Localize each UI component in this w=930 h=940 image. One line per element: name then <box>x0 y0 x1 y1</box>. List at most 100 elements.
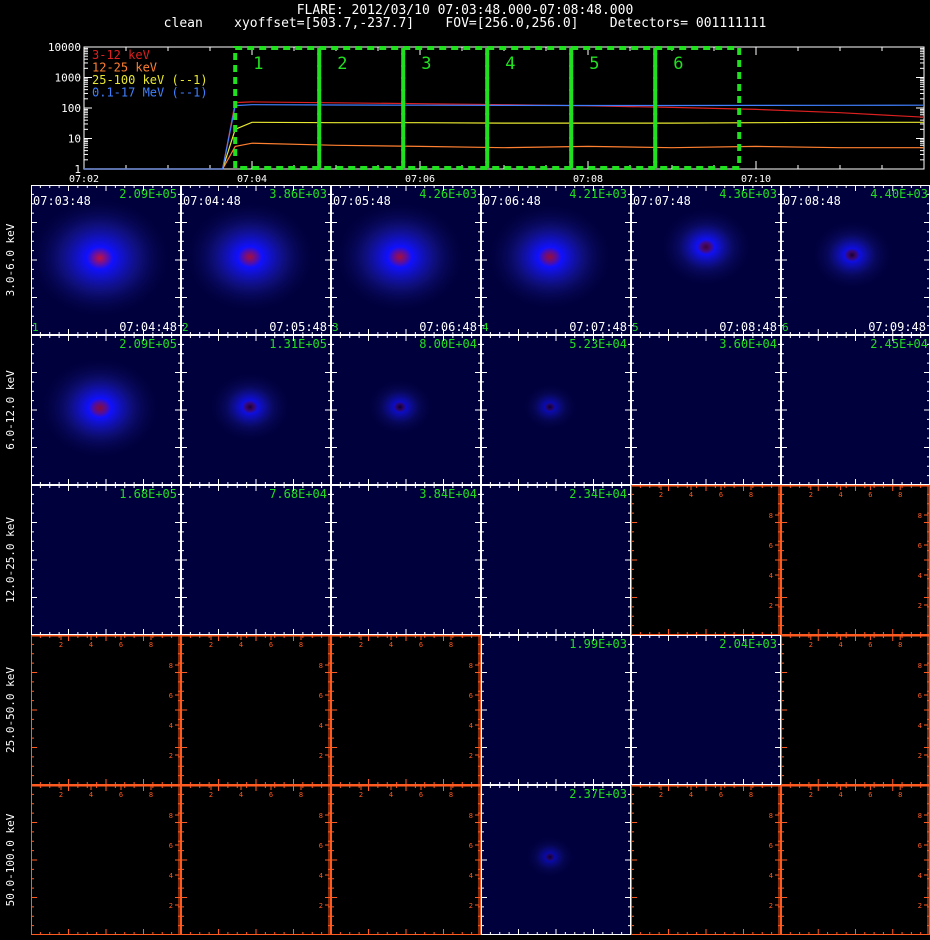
source-blob <box>365 377 435 437</box>
empty-axis-tick-label: 2 <box>469 752 473 760</box>
source-blob <box>485 201 615 313</box>
frame-number-label: 5 <box>632 321 639 334</box>
image-cell: 4.36E+03 07:07:48 07:08:48 5 <box>631 185 781 335</box>
empty-axis-tick-label: 6 <box>269 791 273 799</box>
time-start-label: 07:04:48 <box>183 194 241 208</box>
empty-axis-tick-label: 2 <box>918 902 922 910</box>
empty-axis-tick-label: 4 <box>769 872 773 880</box>
image-cell: 4.26E+03 07:05:48 07:06:48 3 <box>331 185 481 335</box>
empty-axis-tick-label: 4 <box>838 491 842 499</box>
source-blob <box>809 218 895 292</box>
empty-axis-tick-label: 6 <box>868 641 872 649</box>
peak-value-label: 1.68E+05 <box>119 487 177 501</box>
image-cell: 2 2 4 4 6 6 8 8 <box>331 635 481 785</box>
empty-axis-tick-label: 6 <box>469 842 473 850</box>
image-background <box>181 485 331 635</box>
empty-axis-tick-label: 6 <box>769 542 773 550</box>
frame-number-label: 3 <box>332 321 339 334</box>
empty-axis-tick-label: 4 <box>838 641 842 649</box>
image-cell: 2 2 4 4 6 6 8 8 <box>781 635 930 785</box>
peak-value-label: 1.31E+05 <box>269 337 327 351</box>
empty-axis-tick-label: 6 <box>169 692 173 700</box>
empty-axis-tick-label: 6 <box>419 641 423 649</box>
empty-axis-tick-label: 6 <box>419 791 423 799</box>
empty-axis-tick-label: 2 <box>209 641 213 649</box>
peak-value-label: 1.99E+03 <box>569 637 627 651</box>
empty-axis-tick-label: 8 <box>449 641 453 649</box>
image-background <box>181 635 331 785</box>
image-cell: 2.04E+03 <box>631 635 781 785</box>
image-cell: 2.37E+03 <box>481 785 631 935</box>
image-cell: 2 2 4 4 6 6 8 8 <box>181 635 331 785</box>
empty-axis-tick-label: 6 <box>119 791 123 799</box>
image-cell: 2 2 4 4 6 6 8 8 <box>631 485 781 635</box>
image-cell: 4.40E+03 07:08:48 07:09:48 6 <box>781 185 930 335</box>
empty-axis-tick-label: 8 <box>449 791 453 799</box>
series-line <box>84 104 925 170</box>
empty-axis-tick-label: 2 <box>469 902 473 910</box>
time-window-box <box>569 46 658 170</box>
time-start-label: 07:03:48 <box>33 194 91 208</box>
image-background <box>631 485 781 635</box>
peak-value-label: 3.86E+03 <box>269 187 327 201</box>
image-cell: 2 2 4 4 6 6 8 8 <box>781 485 930 635</box>
time-start-label: 07:07:48 <box>633 194 691 208</box>
empty-axis-tick-label: 2 <box>769 602 773 610</box>
plot-subtitle: clean xyoffset=[503.7,-237.7] FOV=[256.0… <box>163 16 767 31</box>
empty-axis-tick-label: 4 <box>689 491 693 499</box>
y-tick-label: 10 <box>68 133 81 146</box>
energy-band-label: 25.0-50.0 keV <box>4 667 17 753</box>
empty-axis-tick-label: 6 <box>868 491 872 499</box>
time-end-label: 07:04:48 <box>119 320 177 334</box>
empty-axis-tick-label: 4 <box>389 791 393 799</box>
empty-axis-tick-label: 2 <box>359 791 363 799</box>
empty-axis-tick-label: 8 <box>769 812 773 820</box>
peak-value-label: 2.37E+03 <box>569 787 627 801</box>
empty-axis-tick-label: 6 <box>918 542 922 550</box>
empty-axis-tick-label: 6 <box>319 842 323 850</box>
empty-axis-tick-label: 8 <box>769 512 773 520</box>
image-background <box>331 635 481 785</box>
time-start-label: 07:06:48 <box>483 194 541 208</box>
empty-axis-tick-label: 4 <box>689 791 693 799</box>
image-cell: 2.09E+05 <box>31 335 181 485</box>
image-cell: 1.99E+03 <box>481 635 631 785</box>
empty-axis-tick-label: 6 <box>319 692 323 700</box>
empty-axis-tick-label: 4 <box>239 791 243 799</box>
peak-value-label: 2.04E+03 <box>719 637 777 651</box>
peak-value-label: 8.00E+04 <box>419 337 477 351</box>
empty-axis-tick-label: 6 <box>169 842 173 850</box>
empty-axis-tick-label: 2 <box>809 791 813 799</box>
peak-value-label: 4.21E+03 <box>569 187 627 201</box>
empty-axis-tick-label: 4 <box>319 872 323 880</box>
image-cell: 3.60E+04 <box>631 335 781 485</box>
frame-number-label: 1 <box>32 321 39 334</box>
empty-axis-tick-label: 8 <box>169 812 173 820</box>
empty-axis-tick-label: 2 <box>809 641 813 649</box>
empty-axis-tick-label: 8 <box>918 812 922 820</box>
empty-axis-tick-label: 4 <box>169 722 173 730</box>
peak-value-label: 3.84E+04 <box>419 487 477 501</box>
empty-axis-tick-label: 4 <box>469 722 473 730</box>
image-background <box>31 635 181 785</box>
frame-number-label: 2 <box>182 321 189 334</box>
image-background <box>31 485 181 635</box>
image-background <box>181 785 331 935</box>
empty-axis-tick-label: 6 <box>769 842 773 850</box>
empty-axis-tick-label: 8 <box>149 641 153 649</box>
peak-value-label: 7.68E+04 <box>269 487 327 501</box>
x-tick-label: 07:10 <box>741 174 771 185</box>
y-tick-label: 10000 <box>48 41 81 54</box>
time-window-label: 3 <box>421 54 431 74</box>
image-background <box>781 335 930 485</box>
empty-axis-tick-label: 4 <box>918 572 922 580</box>
image-cell: 2 2 4 4 6 6 8 8 <box>31 785 181 935</box>
legend-entry: 0.1-17 MeV (--1) <box>92 86 208 100</box>
frame-number-label: 6 <box>782 321 789 334</box>
empty-axis-tick-label: 8 <box>918 512 922 520</box>
image-cell: 2.34E+04 <box>481 485 631 635</box>
empty-axis-tick-label: 6 <box>918 692 922 700</box>
empty-axis-tick-label: 4 <box>838 791 842 799</box>
empty-axis-tick-label: 2 <box>918 602 922 610</box>
empty-axis-tick-label: 8 <box>749 491 753 499</box>
